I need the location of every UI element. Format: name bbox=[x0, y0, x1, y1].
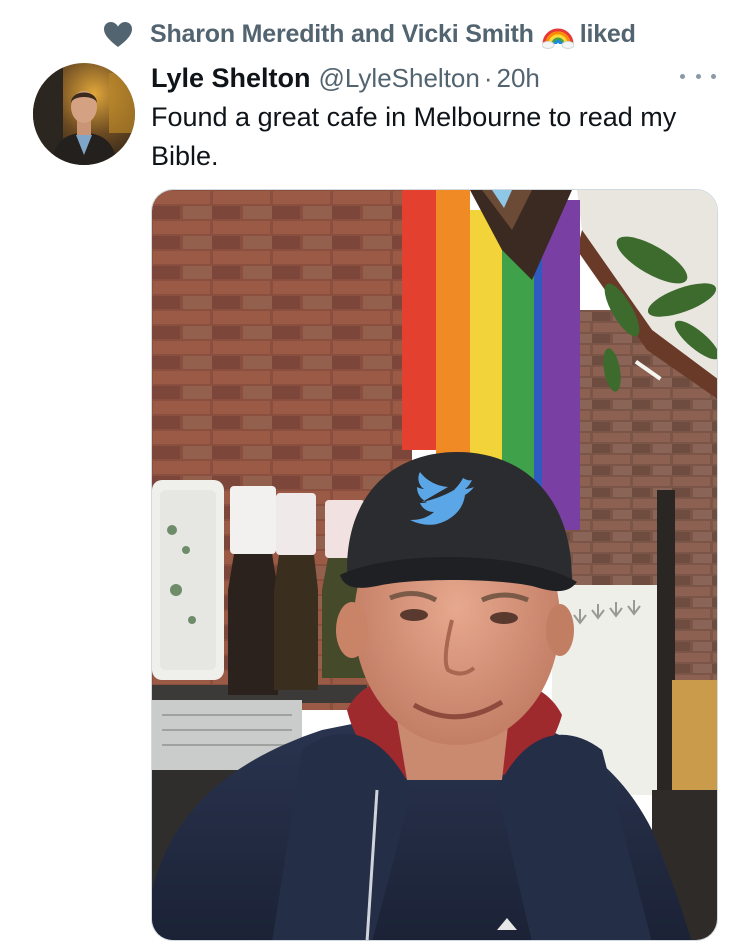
heart-icon bbox=[100, 17, 136, 51]
tweet[interactable]: Sharon Meredith and Vicki Smith liked Ly… bbox=[0, 0, 750, 946]
tweet-header: Lyle Shelton @LyleShelton · 20h bbox=[151, 60, 540, 96]
rainbow-icon bbox=[541, 18, 575, 50]
separator: · bbox=[483, 62, 493, 93]
user-handle[interactable]: @LyleShelton bbox=[319, 63, 480, 94]
liked-label: liked bbox=[579, 19, 636, 48]
tweet-photo[interactable] bbox=[151, 189, 718, 941]
display-name[interactable]: Lyle Shelton bbox=[151, 63, 311, 94]
liked-by-names[interactable]: Sharon Meredith and Vicki Smith bbox=[150, 20, 534, 49]
avatar[interactable] bbox=[33, 63, 135, 165]
social-context: Sharon Meredith and Vicki Smith liked bbox=[100, 14, 636, 54]
more-dots-icon[interactable] bbox=[680, 66, 716, 86]
social-context-text[interactable]: Sharon Meredith and Vicki Smith liked bbox=[150, 18, 636, 50]
tweet-text: Found a great cafe in Melbourne to read … bbox=[151, 102, 677, 171]
timestamp[interactable]: 20h bbox=[497, 63, 540, 94]
